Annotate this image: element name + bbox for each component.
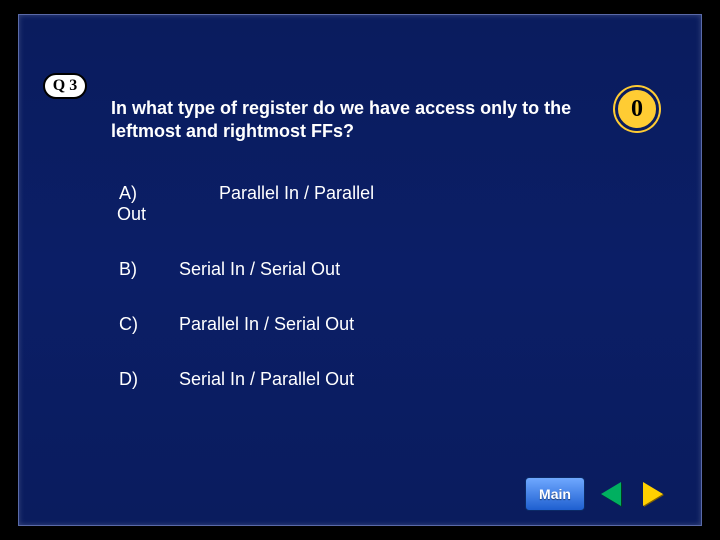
option-b-label: B) — [119, 259, 179, 280]
arrow-right-icon — [643, 482, 663, 506]
question-number-badge: Q 3 — [43, 73, 87, 99]
option-b-text: Serial In / Serial Out — [179, 259, 340, 280]
option-c[interactable]: C) Parallel In / Serial Out — [119, 314, 619, 335]
slide-frame: Q 3 In what type of register do we have … — [18, 14, 702, 526]
option-b[interactable]: B) Serial In / Serial Out — [119, 259, 619, 280]
option-d-label: D) — [119, 369, 179, 390]
question-text: In what type of register do we have acce… — [111, 97, 581, 144]
option-a-label: A) — [119, 183, 139, 204]
option-c-label: C) — [119, 314, 179, 335]
option-a-text: Parallel In / Parallel — [219, 183, 374, 204]
arrow-left-icon — [601, 482, 621, 506]
main-button[interactable]: Main — [525, 477, 585, 511]
next-button[interactable] — [637, 478, 669, 510]
option-a-text-wrap: Out — [117, 204, 146, 225]
option-d-text: Serial In / Parallel Out — [179, 369, 354, 390]
option-a-wrap: Out — [119, 204, 619, 225]
timer-badge: 0 — [615, 87, 659, 131]
nav-bar: Main — [525, 477, 669, 511]
option-c-text: Parallel In / Serial Out — [179, 314, 354, 335]
option-d[interactable]: D) Serial In / Parallel Out — [119, 369, 619, 390]
option-a[interactable]: A) Parallel In / Parallel — [119, 183, 619, 204]
options-list: A) Parallel In / Parallel Out B) Serial … — [119, 183, 619, 424]
prev-button[interactable] — [595, 478, 627, 510]
